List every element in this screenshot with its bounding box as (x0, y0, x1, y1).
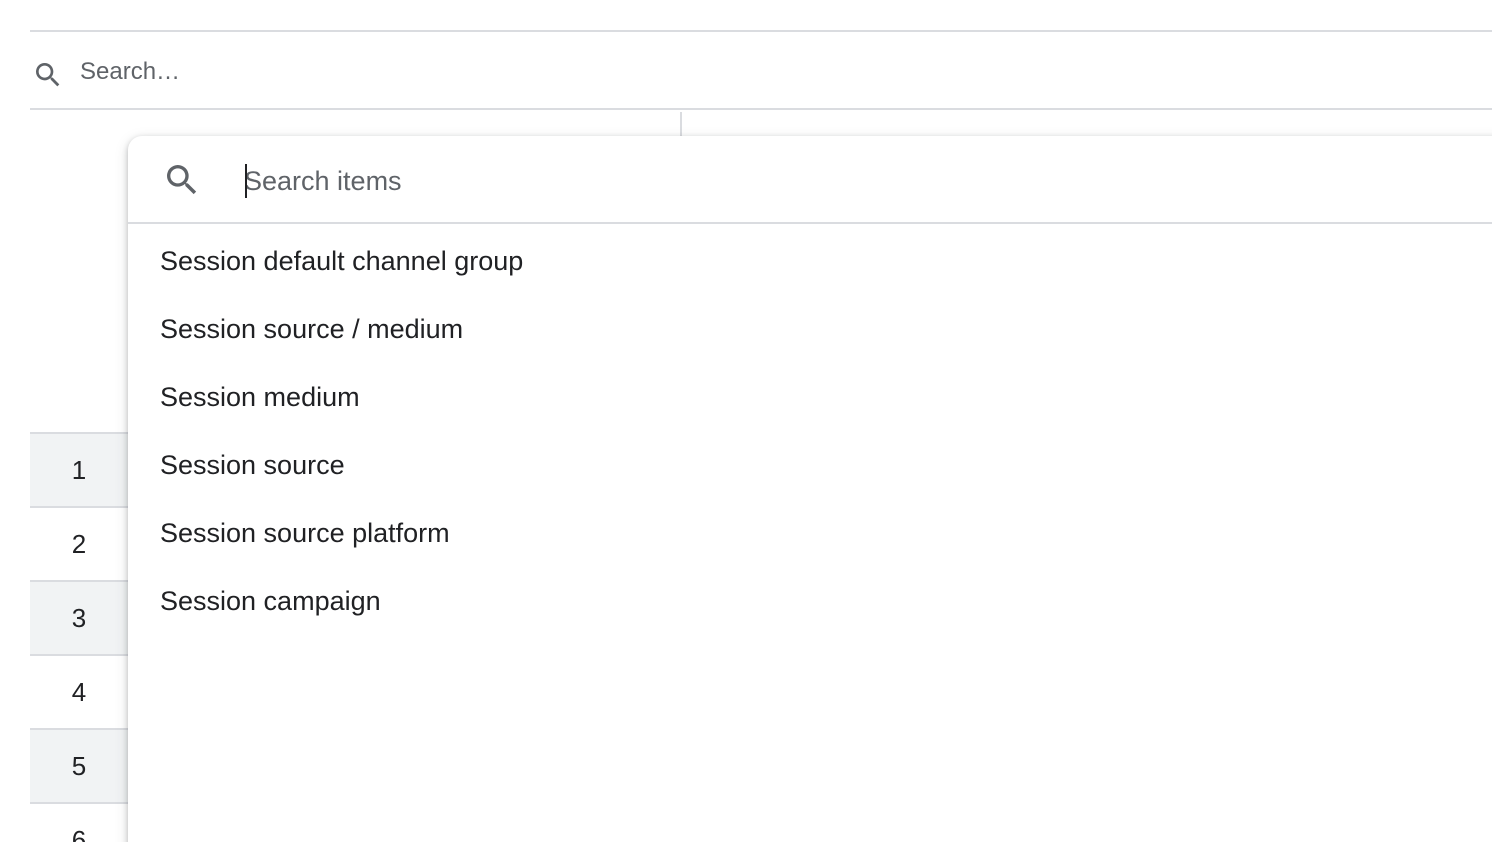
row-number: 4 (30, 654, 128, 728)
row-number: 2 (30, 506, 128, 580)
dropdown-item[interactable]: Session source / medium (128, 295, 1492, 363)
row-number: 5 (30, 728, 128, 802)
dropdown-item[interactable]: Session medium (128, 363, 1492, 431)
row-number: 3 (30, 580, 128, 654)
dropdown-search-input[interactable] (244, 160, 1144, 202)
dropdown-item[interactable]: Session default channel group (128, 227, 1492, 295)
dropdown-search-row (128, 136, 1492, 224)
row-number: 6 (30, 802, 128, 842)
dropdown-item[interactable]: Session campaign (128, 567, 1492, 635)
dropdown-item[interactable]: Session source platform (128, 499, 1492, 567)
text-caret (245, 164, 247, 198)
row-index-column: 1 2 3 4 5 6 (30, 432, 128, 842)
row-number: 1 (30, 432, 128, 506)
dimension-dropdown: Session default channel group Session so… (128, 136, 1492, 842)
page: 1 2 3 4 5 6 Session default channel grou… (0, 0, 1492, 842)
dropdown-item-list: Session default channel group Session so… (128, 227, 1492, 635)
table-search-bar (30, 30, 1492, 110)
table-search-input[interactable] (80, 52, 680, 92)
search-icon (32, 59, 64, 91)
search-icon (162, 160, 202, 200)
dropdown-item[interactable]: Session source (128, 431, 1492, 499)
